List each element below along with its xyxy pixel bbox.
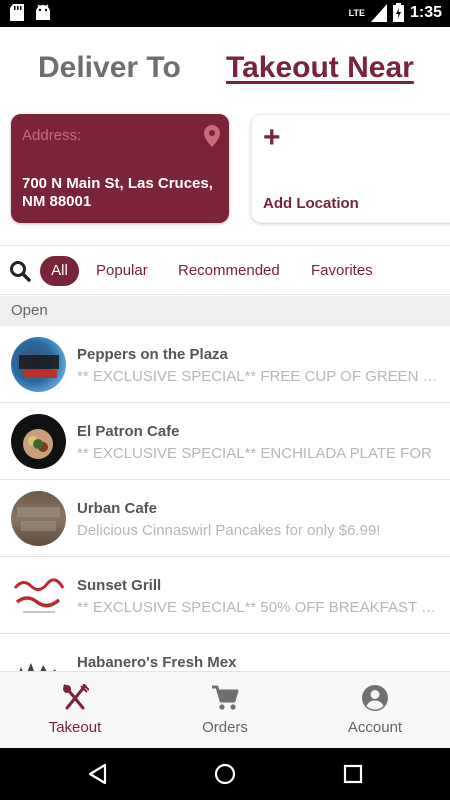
takeout-near-tab[interactable]: Takeout Near [226, 51, 414, 85]
signal-icon [370, 3, 387, 22]
nav-takeout-label: Takeout [48, 719, 102, 736]
cart-icon [212, 685, 239, 710]
filter-recommended[interactable]: Recommended [178, 256, 280, 286]
restaurant-name: Habanero's Fresh Mex [77, 654, 237, 671]
address-card[interactable]: Address: 700 N Main St, Las Cruces, NM 8… [11, 114, 229, 223]
restaurant-logo [11, 491, 66, 546]
restaurant-logo [11, 645, 66, 671]
restaurant-logo [11, 568, 66, 623]
nav-account-label: Account [347, 719, 403, 736]
list-item[interactable]: El Patron Cafe ** EXCLUSIVE SPECIAL** EN… [0, 403, 450, 480]
back-icon[interactable] [86, 762, 110, 786]
account-icon [362, 685, 388, 711]
sd-card-icon [10, 4, 24, 21]
list-item[interactable]: Habanero's Fresh Mex [0, 634, 450, 671]
nav-account[interactable]: Account [300, 672, 450, 749]
battery-icon [392, 3, 404, 22]
add-location-label: Add Location [263, 195, 359, 212]
nav-takeout[interactable]: Takeout [0, 672, 150, 749]
restaurant-name: El Patron Cafe [77, 423, 180, 440]
list-item[interactable]: Urban Cafe Delicious Cinnaswirl Pancakes… [0, 480, 450, 557]
restaurant-logo [11, 414, 66, 469]
clock: 1:35 [409, 3, 442, 21]
nav-orders-label: Orders [202, 719, 248, 736]
list-item[interactable]: Peppers on the Plaza ** EXCLUSIVE SPECIA… [0, 326, 450, 403]
section-header-open: Open [0, 296, 450, 326]
fork-knife-icon [63, 684, 89, 710]
restaurant-special: ** EXCLUSIVE SPECIAL** ENCHILADA PLATE F… [77, 445, 432, 462]
status-bar: LTE 1:35 [0, 0, 450, 27]
plus-icon: + [263, 121, 281, 154]
add-location-card[interactable]: + Add Location [251, 114, 450, 223]
android-icon [36, 4, 50, 20]
bottom-navigation: Takeout Orders Account [0, 671, 450, 748]
mode-toggle: Deliver To Takeout Near [0, 27, 450, 112]
location-pin-icon [204, 125, 220, 147]
deliver-to-tab[interactable]: Deliver To [38, 51, 181, 85]
filter-bar: All Popular Recommended Favorites [0, 245, 450, 295]
nav-orders[interactable]: Orders [150, 672, 300, 749]
search-icon[interactable] [9, 260, 31, 282]
restaurant-name: Sunset Grill [77, 577, 162, 594]
restaurant-name: Urban Cafe [77, 500, 158, 517]
address-label: Address: [22, 127, 82, 144]
recents-icon[interactable] [341, 762, 365, 786]
restaurant-special: Delicious Cinnaswirl Pancakes for only $… [77, 522, 381, 539]
restaurant-list: Peppers on the Plaza ** EXCLUSIVE SPECIA… [0, 326, 450, 671]
restaurant-logo [11, 337, 66, 392]
home-icon[interactable] [213, 762, 237, 786]
filter-all-chip[interactable]: All [40, 256, 79, 286]
restaurant-name: Peppers on the Plaza [77, 346, 228, 363]
restaurant-special: ** EXCLUSIVE SPECIAL** 50% OFF BREAKFAST… [77, 599, 442, 616]
filter-popular[interactable]: Popular [96, 256, 148, 286]
address-value: 700 N Main St, Las Cruces, NM 88001 [22, 175, 213, 210]
network-type: LTE [348, 7, 365, 18]
system-navigation-bar [0, 748, 450, 800]
list-item[interactable]: Sunset Grill ** EXCLUSIVE SPECIAL** 50% … [0, 557, 450, 634]
restaurant-special: ** EXCLUSIVE SPECIAL** FREE CUP OF GREEN… [77, 368, 442, 385]
filter-favorites[interactable]: Favorites [311, 256, 373, 286]
